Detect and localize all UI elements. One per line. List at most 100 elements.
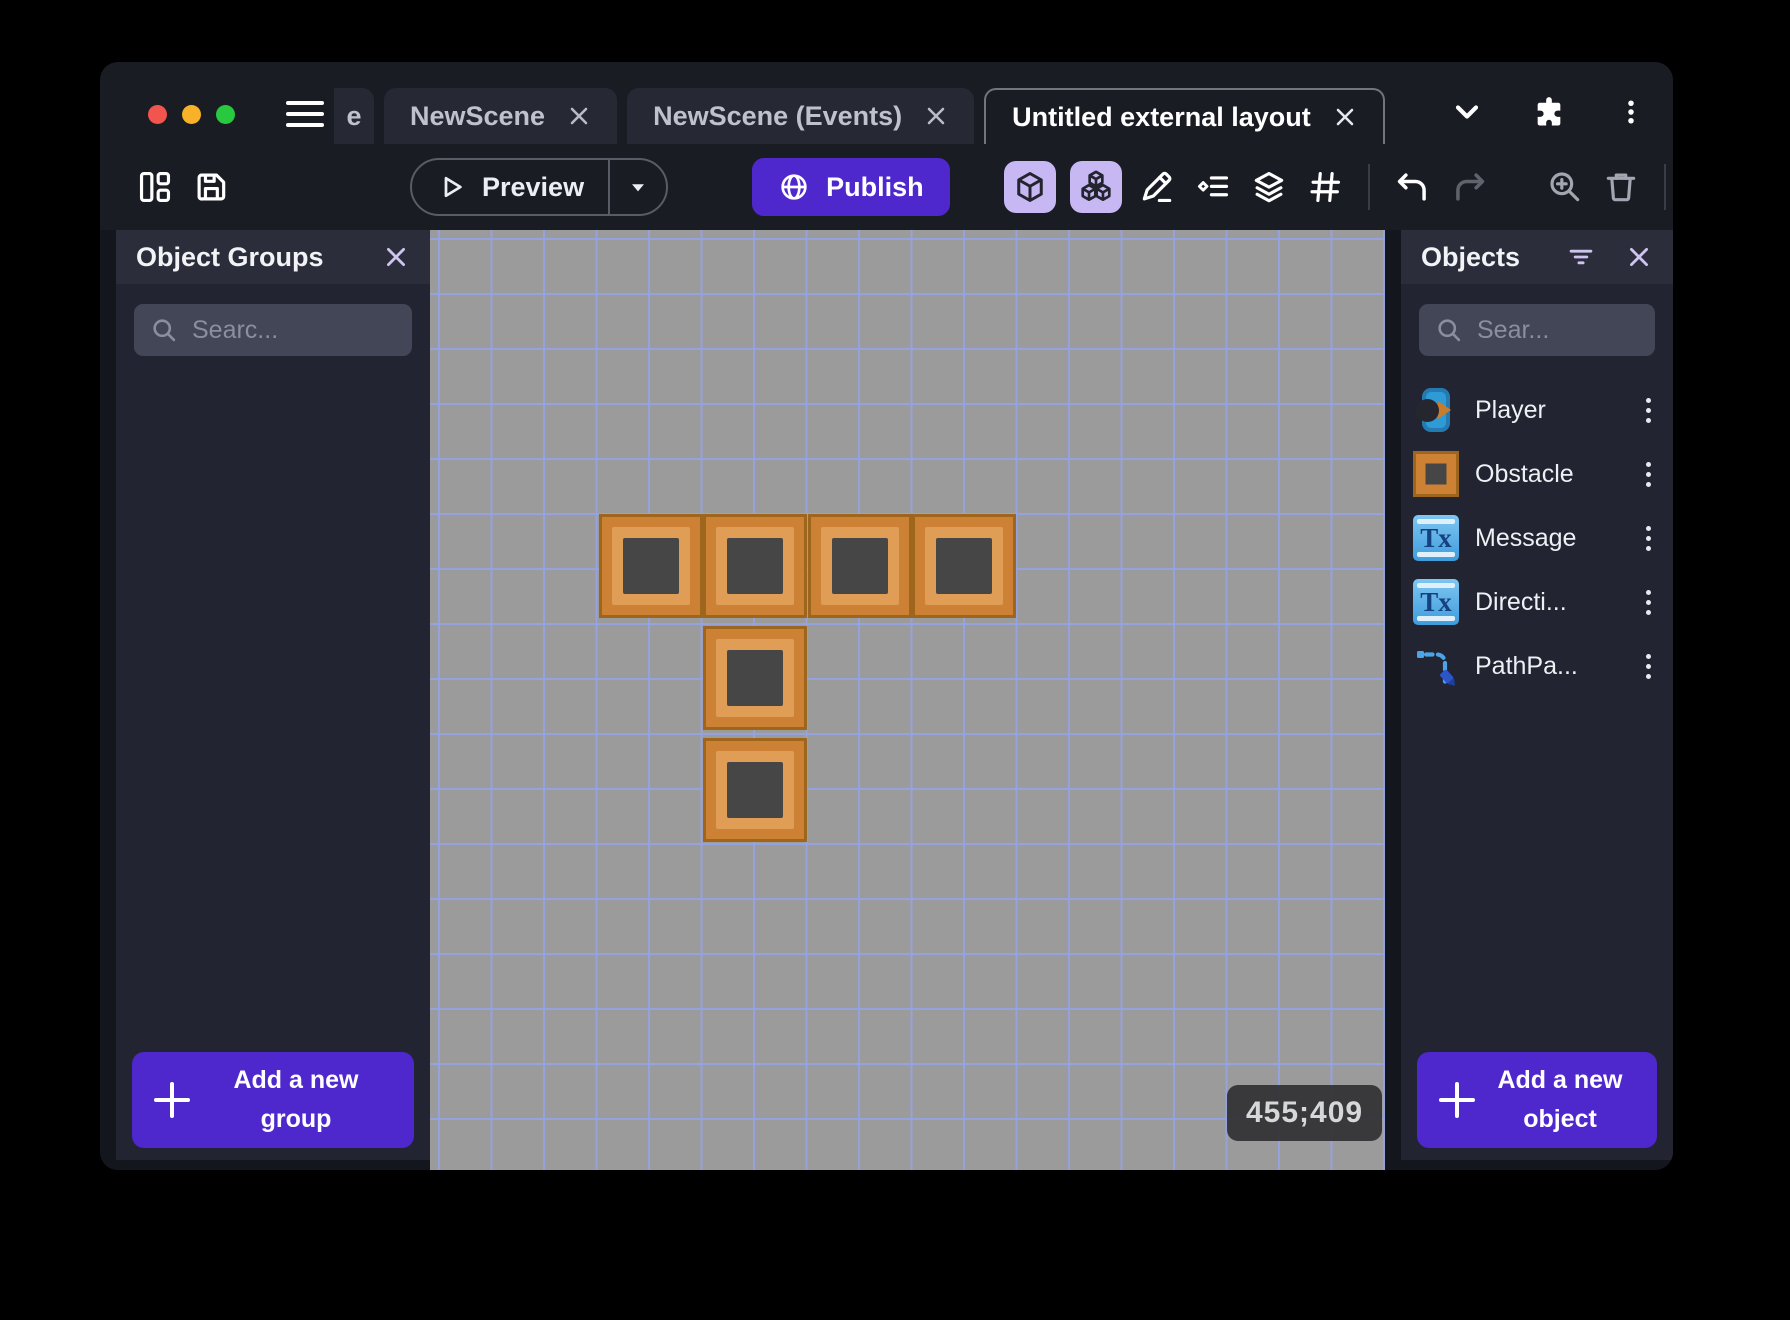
obstacle-instance[interactable]	[912, 514, 1016, 618]
preview-options-button[interactable]	[610, 160, 666, 214]
instances-view-toggle-button[interactable]	[1069, 161, 1122, 213]
zoom-in-icon	[1550, 172, 1579, 202]
obstacle-instance[interactable]	[703, 738, 807, 842]
filter-button[interactable]	[1567, 243, 1595, 271]
objects-header: Objects	[1401, 230, 1673, 284]
object-groups-search[interactable]	[134, 304, 412, 356]
tab-untitled-external-layout[interactable]: Untitled external layout	[984, 88, 1385, 144]
close-icon[interactable]	[567, 104, 591, 128]
hamburger-icon	[286, 101, 324, 105]
globe-icon	[781, 174, 807, 200]
extensions-button[interactable]	[1529, 92, 1569, 132]
panel-title: Objects	[1421, 241, 1521, 272]
preview-label: Preview	[482, 171, 585, 202]
traffic-light-zoom[interactable]	[216, 105, 235, 124]
tab-label: Untitled external layout	[1012, 101, 1311, 132]
undo-button[interactable]	[1392, 166, 1434, 208]
tab-overflow-button[interactable]	[1447, 92, 1487, 132]
tab-newscene-events[interactable]: NewScene (Events)	[627, 88, 975, 144]
trash-icon	[1606, 173, 1635, 202]
chevron-down-icon	[1455, 105, 1479, 119]
obstacle-instance[interactable]	[808, 514, 912, 618]
tab-label: NewScene (Events)	[653, 100, 903, 131]
object-menu-button[interactable]	[1642, 650, 1655, 683]
close-icon	[387, 248, 405, 266]
object-row-pathpaint[interactable]: PathPa...	[1401, 634, 1673, 698]
close-icon	[1630, 248, 1648, 266]
add-object-label-line2: object	[1523, 1105, 1597, 1133]
main-menu-button[interactable]	[286, 101, 324, 127]
object-menu-button[interactable]	[1642, 586, 1655, 619]
plus-icon	[1439, 1082, 1475, 1118]
cursor-coordinates-badge: 455;409	[1227, 1085, 1383, 1141]
traffic-light-minimize[interactable]	[182, 105, 201, 124]
preview-button-group: Preview	[410, 158, 669, 216]
scene-canvas[interactable]: 455;409	[430, 230, 1385, 1170]
object-row-obstacle[interactable]: Obstacle	[1401, 442, 1673, 506]
close-panel-button[interactable]	[1625, 243, 1653, 271]
object-menu-button[interactable]	[1642, 458, 1655, 491]
dropdown-arrow-icon	[632, 184, 645, 192]
tab-label: NewScene	[410, 100, 546, 131]
traffic-light-close[interactable]	[148, 105, 167, 124]
object-row-player[interactable]: Player	[1401, 378, 1673, 442]
window-more-options-button[interactable]	[1611, 92, 1651, 132]
delete-button[interactable]	[1600, 166, 1642, 208]
cube-view-toggle-button[interactable]	[1003, 161, 1056, 213]
object-menu-button[interactable]	[1642, 394, 1655, 427]
object-row-directions[interactable]: Tx Directi...	[1401, 570, 1673, 634]
panel-title: Object Groups	[136, 241, 324, 272]
tab-partial[interactable]: e	[334, 88, 374, 144]
tab-bar: e NewScene NewScene (Events) Untitled ex…	[100, 62, 1673, 144]
edit-mode-button[interactable]	[1136, 166, 1178, 208]
search-input[interactable]	[192, 315, 396, 345]
puzzle-icon	[1537, 97, 1561, 126]
text-object-icon: Tx	[1413, 515, 1459, 561]
object-menu-button[interactable]	[1642, 522, 1655, 555]
zoom-in-button[interactable]	[1544, 166, 1586, 208]
object-groups-panel: Object Groups Add a new group	[116, 230, 430, 1160]
object-name: Obstacle	[1475, 459, 1574, 488]
project-manager-button[interactable]	[134, 166, 176, 208]
object-name: PathPa...	[1475, 651, 1578, 680]
filter-icon	[1569, 249, 1593, 265]
redo-button[interactable]	[1448, 166, 1490, 208]
layers-button[interactable]	[1248, 166, 1290, 208]
toolbar-divider	[1663, 164, 1666, 210]
search-input[interactable]	[1477, 315, 1639, 345]
main-content: Object Groups Add a new group 455;409	[100, 230, 1673, 1170]
search-icon	[153, 319, 176, 342]
grid-hash-icon	[1310, 171, 1340, 203]
preview-button[interactable]: Preview	[412, 160, 608, 214]
pencil-icon	[1142, 171, 1172, 203]
app-window: e NewScene NewScene (Events) Untitled ex…	[100, 62, 1673, 1170]
toolbar-divider	[1367, 164, 1370, 210]
close-icon[interactable]	[924, 104, 948, 128]
obstacle-instance[interactable]	[703, 626, 807, 730]
save-button[interactable]	[190, 166, 232, 208]
obstacle-instance[interactable]	[599, 514, 703, 618]
add-object-button[interactable]: Add a new object	[1417, 1052, 1657, 1148]
add-object-label-line1: Add a new	[1497, 1066, 1623, 1095]
objects-search[interactable]	[1419, 304, 1655, 356]
tab-newscene[interactable]: NewScene	[384, 88, 618, 144]
text-object-icon: Tx	[1413, 579, 1459, 625]
grid-button[interactable]	[1304, 166, 1346, 208]
obstacle-instance[interactable]	[703, 514, 807, 618]
undo-icon	[1397, 173, 1426, 201]
publish-label: Publish	[826, 171, 924, 202]
tab-strip: e NewScene NewScene (Events) Untitled ex…	[334, 88, 1385, 144]
objects-list: Player Obstacle Tx Message Tx Directi...	[1401, 356, 1673, 698]
object-row-message[interactable]: Tx Message	[1401, 506, 1673, 570]
add-group-button[interactable]: Add a new group	[132, 1052, 414, 1148]
kebab-menu-icon	[1628, 100, 1634, 124]
add-group-label-line2: group	[260, 1105, 332, 1133]
obstacle-icon	[1413, 451, 1459, 497]
close-icon[interactable]	[1333, 105, 1357, 129]
publish-button[interactable]: Publish	[752, 158, 950, 216]
close-panel-button[interactable]	[382, 243, 410, 271]
events-list-button[interactable]	[1192, 166, 1234, 208]
diamond-list-icon	[1197, 176, 1228, 197]
cube-icon	[1016, 172, 1043, 202]
player-icon	[1413, 387, 1459, 433]
